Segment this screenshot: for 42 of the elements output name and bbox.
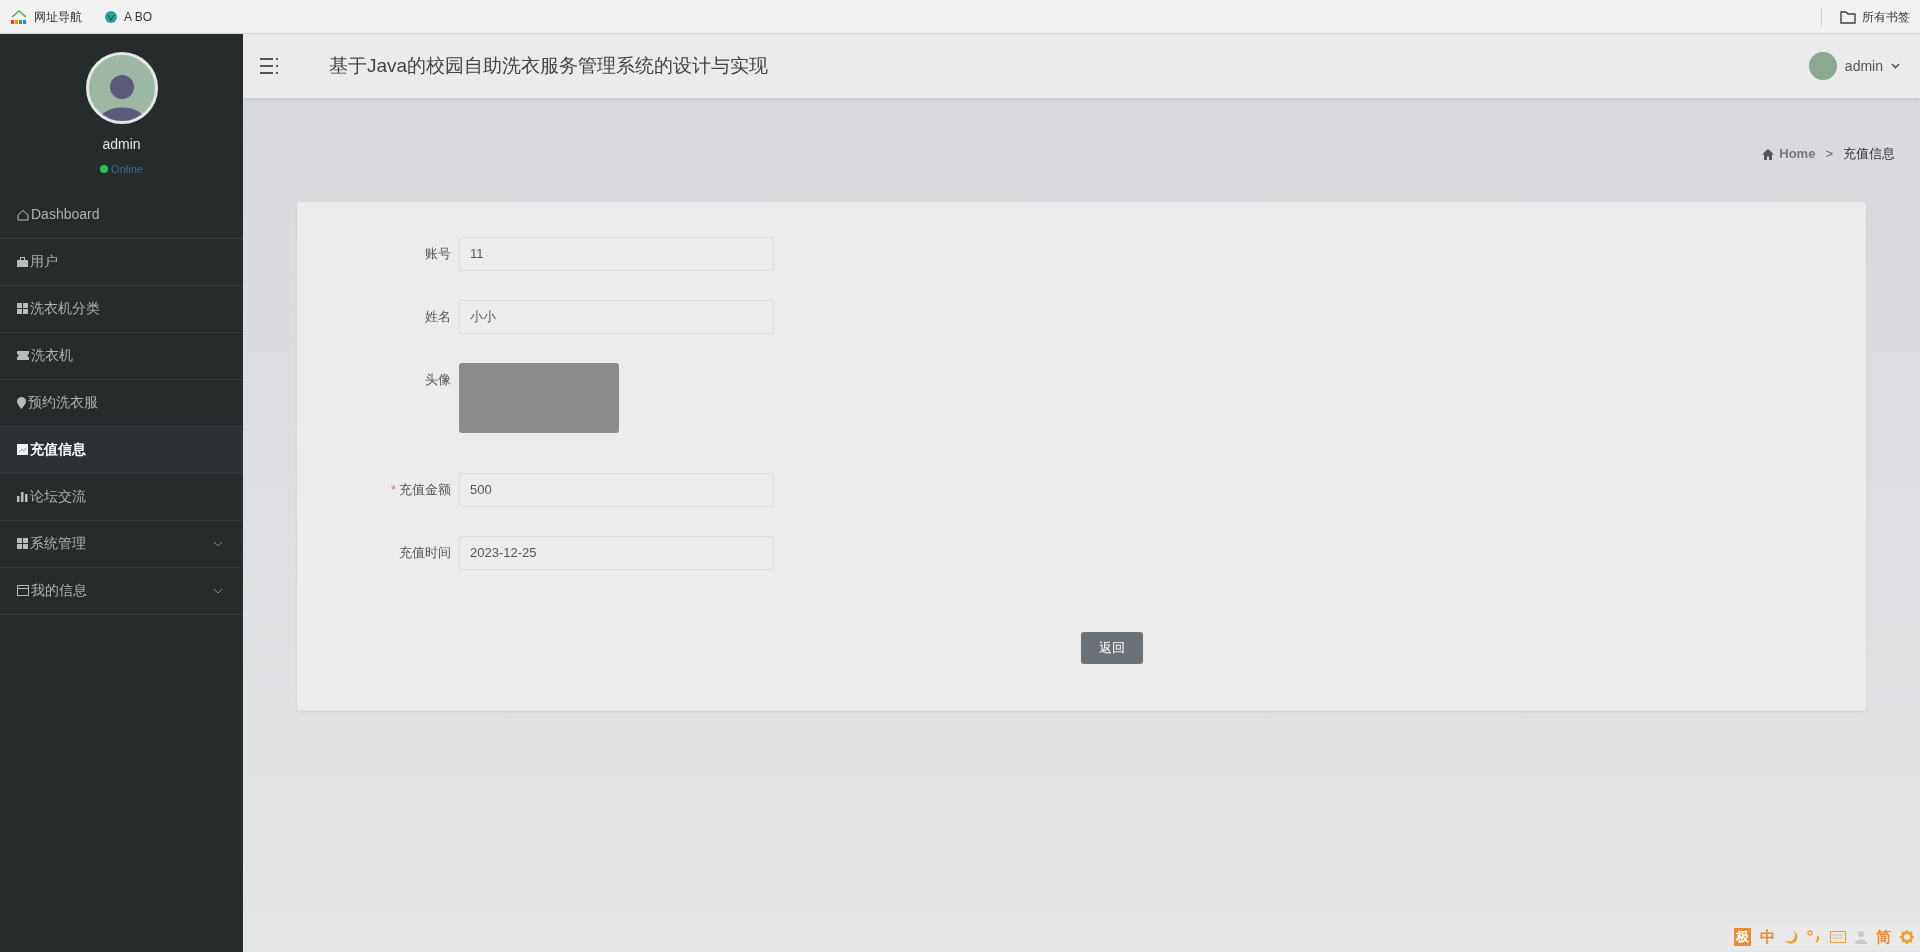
person-icon[interactable] [1855,930,1867,944]
home-icon [17,208,29,221]
all-bookmarks-link[interactable]: 所有书签 [1840,7,1910,26]
ticket-icon [17,351,29,360]
input-field[interactable]: 11 [459,237,774,271]
grid-icon [17,303,28,314]
house-icon [10,8,28,25]
menu-icon[interactable] [259,57,279,75]
field-label: 账号 [425,245,451,264]
bookmark-link[interactable]: A BO [104,7,152,26]
briefcase-icon [17,256,28,267]
field-label: 充值时间 [399,544,451,563]
back-button[interactable]: 返回 [1080,632,1143,664]
sidebar-item[interactable]: 充值信息 [0,426,243,474]
page-title: 基于Java的校园自助洗衣服务管理系统的设计与实现 [329,53,769,78]
pin-icon [17,396,26,409]
folder-icon [1840,9,1856,24]
required-mark: * [390,481,396,500]
breadcrumb-current: 充值信息 [1843,145,1895,164]
leaf-icon [104,9,118,24]
keyboard-icon[interactable] [1830,931,1846,943]
bar-chart-icon [17,491,28,502]
input-field[interactable]: 2023-12-25 [459,536,774,570]
grid-icon [17,538,28,549]
input-field[interactable]: 500 [459,473,774,507]
user-name: admin [102,135,141,154]
field-label: 头像 [425,371,451,390]
status-text: Online [111,162,143,177]
breadcrumb-separator: > [1825,145,1833,164]
user-menu[interactable]: admin [1808,52,1900,80]
user-avatar [1808,52,1837,80]
window-icon [17,585,29,596]
settings-icon[interactable] [1900,930,1914,944]
punctuation-icon[interactable] [1807,930,1821,944]
moon-icon[interactable] [1784,930,1798,944]
chevron-down-icon [1891,63,1900,69]
picture-icon [17,444,28,455]
field-label: 姓名 [425,308,451,327]
home-icon [1762,148,1775,160]
bookmark-link[interactable]: 网址导航 [10,7,82,26]
input-field[interactable]: 小小 [459,300,774,334]
field-label: 充值金额 [399,481,451,500]
